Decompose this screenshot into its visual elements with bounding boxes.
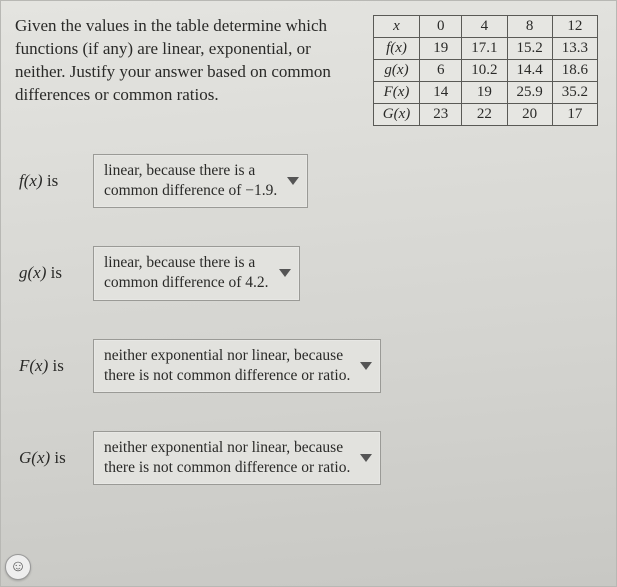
table-row-label: F(x) — [373, 82, 419, 104]
dropdown-text-line: common difference of −1.9. — [104, 181, 277, 201]
chevron-down-icon — [287, 177, 299, 185]
table-cell: 17 — [552, 104, 597, 126]
answer-row-cap-g: G(x) is neither exponential nor linear, … — [19, 431, 598, 485]
table-cell: 35.2 — [552, 82, 597, 104]
table-row: x 0 4 8 12 — [373, 16, 597, 38]
function-name: G(x) — [19, 448, 50, 467]
table-cell: 19 — [462, 82, 507, 104]
chevron-down-icon — [360, 454, 372, 462]
table-cell: 6 — [420, 60, 462, 82]
answer-row-cap-f: F(x) is neither exponential nor linear, … — [19, 339, 598, 393]
function-label: F(x) is — [19, 356, 83, 376]
table-row-label: G(x) — [373, 104, 419, 126]
table-cell: 23 — [420, 104, 462, 126]
chevron-down-icon — [360, 362, 372, 370]
table-cell: 15.2 — [507, 38, 552, 60]
dropdown-text-line: neither exponential nor linear, because — [104, 346, 350, 366]
table-cell: 12 — [552, 16, 597, 38]
question-card: Given the values in the table determine … — [0, 0, 617, 587]
table-cell: 20 — [507, 104, 552, 126]
table-cell: 10.2 — [462, 60, 507, 82]
dropdown-text-line: there is not common difference or ratio. — [104, 366, 350, 386]
function-name: F(x) — [19, 356, 48, 375]
help-icon: ☺ — [10, 558, 26, 576]
table-cell: 14 — [420, 82, 462, 104]
table-cell: 22 — [462, 104, 507, 126]
question-prompt: Given the values in the table determine … — [15, 15, 363, 107]
is-word: is — [51, 263, 62, 282]
function-name: g(x) — [19, 263, 46, 282]
function-name: f(x) — [19, 171, 43, 190]
table-cell: 17.1 — [462, 38, 507, 60]
answer-dropdown-cap-g[interactable]: neither exponential nor linear, because … — [93, 431, 381, 485]
top-row: Given the values in the table determine … — [15, 15, 598, 126]
table-row-label: g(x) — [373, 60, 419, 82]
table-cell: 0 — [420, 16, 462, 38]
function-label: g(x) is — [19, 263, 83, 283]
dropdown-text-line: linear, because there is a — [104, 161, 277, 181]
table-cell: 13.3 — [552, 38, 597, 60]
is-word: is — [47, 171, 58, 190]
dropdown-text-line: neither exponential nor linear, because — [104, 438, 350, 458]
answer-dropdown-g[interactable]: linear, because there is a common differ… — [93, 246, 300, 300]
table-header-var: x — [373, 16, 419, 38]
answer-row-g: g(x) is linear, because there is a commo… — [19, 246, 598, 300]
table-cell: 19 — [420, 38, 462, 60]
is-word: is — [54, 448, 65, 467]
table-cell: 18.6 — [552, 60, 597, 82]
answer-dropdown-f[interactable]: linear, because there is a common differ… — [93, 154, 308, 208]
chevron-down-icon — [279, 269, 291, 277]
table-row-label: f(x) — [373, 38, 419, 60]
table-row: g(x) 6 10.2 14.4 18.6 — [373, 60, 597, 82]
table-row: f(x) 19 17.1 15.2 13.3 — [373, 38, 597, 60]
data-table: x 0 4 8 12 f(x) 19 17.1 15.2 13.3 g(x) 6… — [373, 15, 598, 126]
table-row: G(x) 23 22 20 17 — [373, 104, 597, 126]
dropdown-text-line: there is not common difference or ratio. — [104, 458, 350, 478]
function-label: G(x) is — [19, 448, 83, 468]
answers-section: f(x) is linear, because there is a commo… — [15, 154, 598, 485]
help-button[interactable]: ☺ — [5, 554, 31, 580]
answer-dropdown-cap-f[interactable]: neither exponential nor linear, because … — [93, 339, 381, 393]
is-word: is — [53, 356, 64, 375]
dropdown-text-line: linear, because there is a — [104, 253, 269, 273]
answer-row-f: f(x) is linear, because there is a commo… — [19, 154, 598, 208]
table-cell: 4 — [462, 16, 507, 38]
dropdown-text-line: common difference of 4.2. — [104, 273, 269, 293]
table-cell: 25.9 — [507, 82, 552, 104]
table-cell: 8 — [507, 16, 552, 38]
table-row: F(x) 14 19 25.9 35.2 — [373, 82, 597, 104]
function-label: f(x) is — [19, 171, 83, 191]
table-cell: 14.4 — [507, 60, 552, 82]
